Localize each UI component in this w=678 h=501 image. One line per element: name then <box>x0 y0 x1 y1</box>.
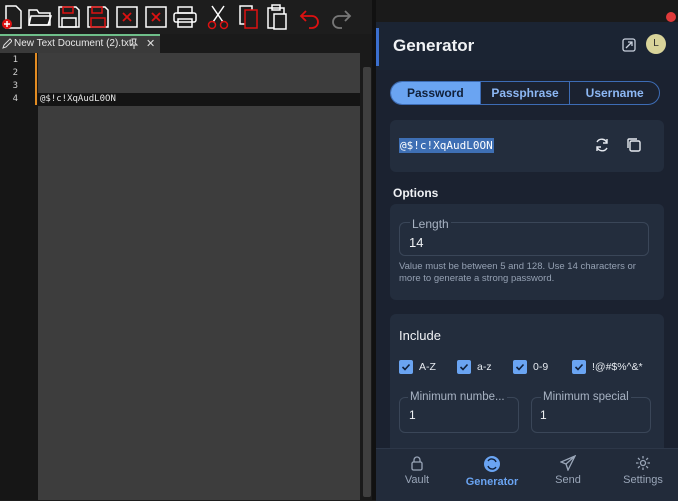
browser-strip <box>376 0 678 22</box>
nav-send[interactable]: Send <box>533 455 603 486</box>
lock-icon <box>382 455 452 471</box>
checkbox-numbers[interactable]: 0-9 <box>513 359 548 375</box>
checkbox-label: a-z <box>477 361 492 373</box>
print-icon[interactable] <box>172 3 198 31</box>
tab-password[interactable]: Password <box>391 82 480 104</box>
save-icon[interactable] <box>56 3 82 31</box>
checkbox-lowercase[interactable]: a-z <box>457 359 492 375</box>
open-folder-icon[interactable] <box>27 3 53 31</box>
scrollbar-thumb[interactable] <box>363 67 371 497</box>
checkbox-label: 0-9 <box>533 361 549 373</box>
nav-settings[interactable]: Settings <box>608 455 678 486</box>
bottom-navigation: Vault Generator Send Settings <box>376 448 678 501</box>
popout-icon[interactable] <box>622 38 636 57</box>
undo-icon[interactable] <box>297 3 323 31</box>
close-all-icon[interactable] <box>143 3 169 31</box>
paste-icon[interactable] <box>264 3 290 31</box>
notification-dot <box>666 12 676 22</box>
nav-label: Generator <box>465 476 519 488</box>
regenerate-icon[interactable] <box>594 137 610 158</box>
send-icon <box>533 455 603 471</box>
checkbox-label: !@#$%^&* <box>592 361 643 373</box>
line-number: 1 <box>12 55 18 65</box>
text-editor-window: New Text Document (2).txt ✕ 1 2 3 4 @$!c… <box>0 0 376 500</box>
checkbox-checked-icon[interactable] <box>399 360 413 374</box>
include-heading: Include <box>399 328 441 343</box>
length-hint: Value must be between 5 and 128. Use 14 … <box>399 261 636 284</box>
tab-passphrase[interactable]: Passphrase <box>479 82 570 104</box>
generated-password-card: @$!c!XqAudL0ON <box>390 120 664 172</box>
cut-icon[interactable] <box>205 3 231 31</box>
save-all-icon[interactable] <box>85 3 111 31</box>
line-number: 4 <box>12 94 18 104</box>
line-number: 3 <box>12 81 18 91</box>
close-icon[interactable] <box>114 3 140 31</box>
line-number: 2 <box>12 68 18 78</box>
checkbox-checked-icon[interactable] <box>457 360 471 374</box>
length-value[interactable]: 14 <box>409 235 423 250</box>
password-manager-popup: Generator L Password Passphrase Username… <box>376 0 678 501</box>
change-marker <box>35 53 37 105</box>
checkbox-checked-icon[interactable] <box>513 360 527 374</box>
tab-close-icon[interactable]: ✕ <box>146 36 155 52</box>
redo-icon[interactable] <box>328 3 354 31</box>
avatar[interactable]: L <box>646 34 666 54</box>
line-number-gutter: 1 2 3 4 <box>0 53 38 500</box>
popup-header: Generator L <box>376 22 678 70</box>
editor-toolbar <box>0 0 376 34</box>
include-card: Include A-Z a-z 0-9 !@#$%^&* Minimum num… <box>390 314 664 464</box>
nav-generator[interactable]: Generator <box>457 455 527 488</box>
checkbox-label: A-Z <box>419 361 436 373</box>
nav-label: Vault <box>404 474 430 486</box>
length-card: Length 14 Value must be between 5 and 12… <box>390 204 664 300</box>
generator-type-tabs: Password Passphrase Username <box>390 81 660 105</box>
tab-username[interactable]: Username <box>569 82 659 104</box>
min-numbers-value[interactable]: 1 <box>409 408 416 422</box>
checkbox-uppercase[interactable]: A-Z <box>399 359 436 375</box>
min-special-value[interactable]: 1 <box>540 408 547 422</box>
min-numbers-label: Minimum numbe... <box>408 391 507 403</box>
tab-bar: New Text Document (2).txt ✕ <box>0 34 376 53</box>
gear-icon <box>608 455 678 471</box>
nav-label: Settings <box>623 474 663 486</box>
tab-document[interactable]: New Text Document (2).txt ✕ <box>0 34 160 53</box>
generator-icon <box>457 455 527 473</box>
page-title: Generator <box>393 36 475 55</box>
generated-password[interactable]: @$!c!XqAudL0ON <box>399 138 494 153</box>
nav-vault[interactable]: Vault <box>382 455 452 486</box>
new-file-icon[interactable] <box>0 3 26 31</box>
text-area[interactable] <box>38 53 360 500</box>
checkbox-special[interactable]: !@#$%^&* <box>572 359 643 375</box>
copy-icon[interactable] <box>626 137 642 158</box>
length-label: Length <box>410 217 451 231</box>
checkbox-checked-icon[interactable] <box>572 360 586 374</box>
tab-title: New Text Document (2).txt <box>14 38 132 49</box>
min-special-label: Minimum special <box>541 391 631 403</box>
options-heading: Options <box>393 186 439 200</box>
copy-icon[interactable] <box>236 3 262 31</box>
accent-bar <box>376 28 379 66</box>
text-line[interactable]: @$!c!XqAudL0ON <box>40 93 116 106</box>
nav-label: Send <box>555 474 581 486</box>
